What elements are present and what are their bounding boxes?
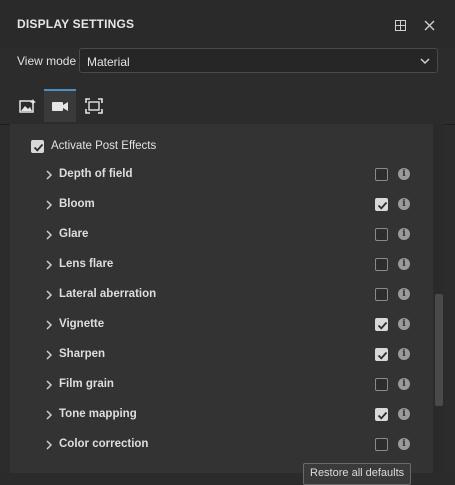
effect-label: Lens flare xyxy=(59,258,114,270)
effect-checkbox[interactable] xyxy=(375,378,388,391)
effect-label: Sharpen xyxy=(59,348,106,360)
chevron-down-icon xyxy=(420,58,430,65)
checkmark-icon xyxy=(33,143,44,152)
info-icon[interactable]: i xyxy=(398,288,410,300)
frame-icon xyxy=(85,97,103,114)
close-icon xyxy=(424,20,434,30)
image-sparkle-icon xyxy=(19,98,36,113)
effect-checkbox[interactable] xyxy=(375,258,388,271)
effect-checkbox[interactable] xyxy=(375,408,388,421)
checkmark-icon xyxy=(377,201,388,210)
chevron-right-icon[interactable] xyxy=(44,289,54,301)
chevron-right-icon[interactable] xyxy=(44,319,54,331)
effect-row[interactable]: Color correction i xyxy=(10,430,433,460)
scrollbar-thumb[interactable] xyxy=(435,294,443,406)
effect-label: Vignette xyxy=(59,318,105,330)
effect-row[interactable]: Glare i xyxy=(10,220,433,250)
panel-header: DISPLAY SETTINGS xyxy=(0,0,455,48)
tab-environment[interactable] xyxy=(12,89,44,122)
layout-icon xyxy=(394,19,406,31)
info-icon[interactable]: i xyxy=(398,168,410,180)
display-settings-panel: DISPLAY SETTINGS View mode Material Acti… xyxy=(0,0,455,485)
tab-frame[interactable] xyxy=(78,89,110,122)
chevron-right-icon[interactable] xyxy=(44,199,54,211)
effect-checkbox[interactable] xyxy=(375,438,388,451)
effect-checkbox[interactable] xyxy=(375,318,388,331)
tab-bar xyxy=(0,89,455,125)
effect-checkbox[interactable] xyxy=(375,168,388,181)
effect-checkbox[interactable] xyxy=(375,198,388,211)
panel-title: DISPLAY SETTINGS xyxy=(17,17,135,31)
effect-row[interactable]: Film grain i xyxy=(10,370,433,400)
effect-row[interactable]: Lateral aberration i xyxy=(10,280,433,310)
effect-row[interactable]: Vignette i xyxy=(10,310,433,340)
effect-row[interactable]: Bloom i xyxy=(10,190,433,220)
info-icon[interactable]: i xyxy=(398,408,410,420)
effect-checkbox[interactable] xyxy=(375,348,388,361)
restore-defaults-button[interactable]: Restore all defaults xyxy=(303,463,411,485)
info-icon[interactable]: i xyxy=(398,198,410,210)
chevron-right-icon[interactable] xyxy=(44,409,54,421)
info-icon[interactable]: i xyxy=(398,378,410,390)
effect-row[interactable]: Tone mapping i xyxy=(10,400,433,430)
effect-label: Glare xyxy=(59,228,89,240)
activate-post-effects-checkbox[interactable] xyxy=(31,140,44,153)
info-icon[interactable]: i xyxy=(398,318,410,330)
effect-label: Lateral aberration xyxy=(59,288,157,300)
video-camera-icon xyxy=(52,102,68,111)
effect-label: Depth of field xyxy=(59,168,133,180)
tab-camera[interactable] xyxy=(44,89,76,122)
checkmark-icon xyxy=(377,411,388,420)
close-button[interactable] xyxy=(418,14,440,36)
chevron-right-icon[interactable] xyxy=(44,259,54,271)
view-mode-select[interactable]: Material xyxy=(79,48,438,73)
effect-label: Color correction xyxy=(59,438,149,450)
effect-row[interactable]: Lens flare i xyxy=(10,250,433,280)
info-icon[interactable]: i xyxy=(398,228,410,240)
view-mode-label: View mode xyxy=(17,54,77,68)
effect-label: Bloom xyxy=(59,198,95,210)
effect-row[interactable]: Sharpen i xyxy=(10,340,433,370)
effect-checkbox[interactable] xyxy=(375,228,388,241)
info-icon[interactable]: i xyxy=(398,438,410,450)
layout-toggle-button[interactable] xyxy=(389,14,411,36)
chevron-right-icon[interactable] xyxy=(44,169,54,181)
info-icon[interactable]: i xyxy=(398,258,410,270)
info-icon[interactable]: i xyxy=(398,348,410,360)
checkmark-icon xyxy=(377,351,388,360)
view-mode-value: Material xyxy=(87,55,130,69)
activate-post-effects-label: Activate Post Effects xyxy=(51,140,157,152)
effect-row[interactable]: Depth of field i xyxy=(10,160,433,190)
effect-checkbox[interactable] xyxy=(375,288,388,301)
checkmark-icon xyxy=(377,321,388,330)
effect-label: Tone mapping xyxy=(59,408,137,420)
chevron-right-icon[interactable] xyxy=(44,349,54,361)
chevron-right-icon[interactable] xyxy=(44,379,54,391)
effect-label: Film grain xyxy=(59,378,114,390)
chevron-right-icon[interactable] xyxy=(44,229,54,241)
chevron-right-icon[interactable] xyxy=(44,439,54,451)
